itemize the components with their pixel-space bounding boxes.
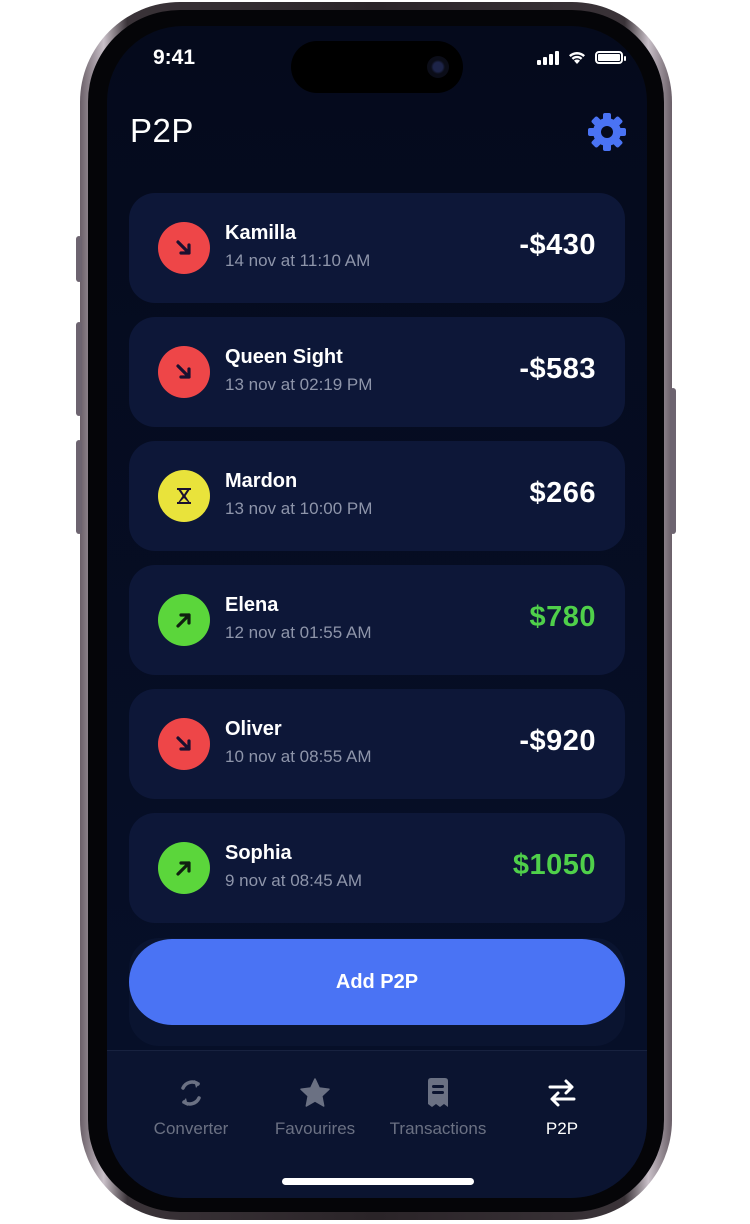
status-icons (537, 50, 626, 65)
transaction-date: 13 nov at 02:19 PM (225, 375, 373, 394)
power-button (670, 388, 676, 534)
tab-label: Transactions (389, 1119, 487, 1138)
transaction-amount: $780 (529, 601, 596, 633)
transaction-date: 10 nov at 08:55 AM (225, 747, 372, 766)
arrow-up-right-icon (176, 861, 191, 876)
tab-transactions[interactable]: Transactions (373, 1073, 503, 1139)
receipt-icon (428, 1078, 448, 1107)
volume-down-button (76, 440, 82, 534)
swap-arrows-icon (548, 1079, 576, 1107)
transaction-name: Sophia (225, 842, 292, 864)
gear-icon (588, 113, 626, 151)
transaction-direction-badge (158, 718, 210, 770)
transaction-date: 14 nov at 11:10 AM (225, 251, 371, 270)
arrow-up-right-icon (176, 613, 191, 628)
tab-favourites[interactable]: Favourires (250, 1073, 380, 1139)
transaction-direction-badge (158, 346, 210, 398)
arrow-down-right-icon (176, 240, 191, 255)
transaction-direction-badge (158, 842, 210, 894)
transaction-name: Queen Sight (225, 346, 343, 368)
transaction-card[interactable]: Queen Sight 13 nov at 02:19 PM -$583 (129, 317, 625, 427)
transaction-card[interactable]: Kamilla 14 nov at 11:10 AM -$430 (129, 193, 625, 303)
transaction-list: Kamilla 14 nov at 11:10 AM -$430 Queen S… (129, 193, 625, 937)
transaction-direction-badge (158, 594, 210, 646)
transaction-date: 12 nov at 01:55 AM (225, 623, 372, 642)
arrow-down-right-icon (176, 364, 191, 379)
screen: 9:41 P2P Kamilla 14 nov at 11:10 AM -$43… (107, 26, 647, 1198)
transaction-card[interactable]: Elena 12 nov at 01:55 AM $780 (129, 565, 625, 675)
transaction-date: 13 nov at 10:00 PM (225, 499, 373, 518)
tab-bar: Converter Favourires Transactions P2P (107, 1050, 647, 1198)
star-icon (300, 1078, 330, 1107)
hourglass-icon (177, 488, 191, 504)
transaction-date: 9 nov at 08:45 AM (225, 871, 363, 890)
tab-label: Converter (153, 1119, 229, 1138)
transaction-amount: -$430 (519, 229, 596, 261)
cellular-signal-icon (537, 50, 559, 65)
tab-label: Favourires (274, 1119, 356, 1138)
transaction-card[interactable]: Mardon 13 nov at 10:00 PM $266 (129, 441, 625, 551)
tab-p2p[interactable]: P2P (497, 1073, 627, 1139)
transaction-card[interactable]: Oliver 10 nov at 08:55 AM -$920 (129, 689, 625, 799)
action-button (76, 236, 82, 282)
transaction-name: Mardon (225, 470, 298, 492)
page-title: P2P (130, 112, 194, 149)
add-p2p-button[interactable]: Add P2P (129, 939, 625, 1025)
transaction-amount: -$583 (519, 353, 596, 385)
transaction-name: Oliver (225, 718, 282, 740)
home-indicator (282, 1178, 474, 1185)
battery-icon (595, 51, 626, 64)
status-time: 9:41 (153, 46, 196, 69)
arrow-down-right-icon (176, 736, 191, 751)
dynamic-island (291, 41, 463, 93)
volume-up-button (76, 322, 82, 416)
transaction-amount: -$920 (519, 725, 596, 757)
tab-converter[interactable]: Converter (126, 1073, 256, 1139)
transaction-card[interactable]: Sophia 9 nov at 08:45 AM $1050 (129, 813, 625, 923)
transaction-direction-badge (158, 222, 210, 274)
transaction-amount: $266 (529, 477, 596, 509)
camera-icon (427, 56, 449, 78)
transaction-direction-badge (158, 470, 210, 522)
refresh-icon (181, 1080, 201, 1106)
transaction-name: Elena (225, 594, 279, 616)
wifi-icon (569, 52, 585, 64)
transaction-name: Kamilla (225, 222, 297, 244)
settings-button[interactable] (585, 110, 629, 154)
tab-label: P2P (545, 1119, 579, 1138)
transaction-amount: $1050 (512, 849, 596, 881)
